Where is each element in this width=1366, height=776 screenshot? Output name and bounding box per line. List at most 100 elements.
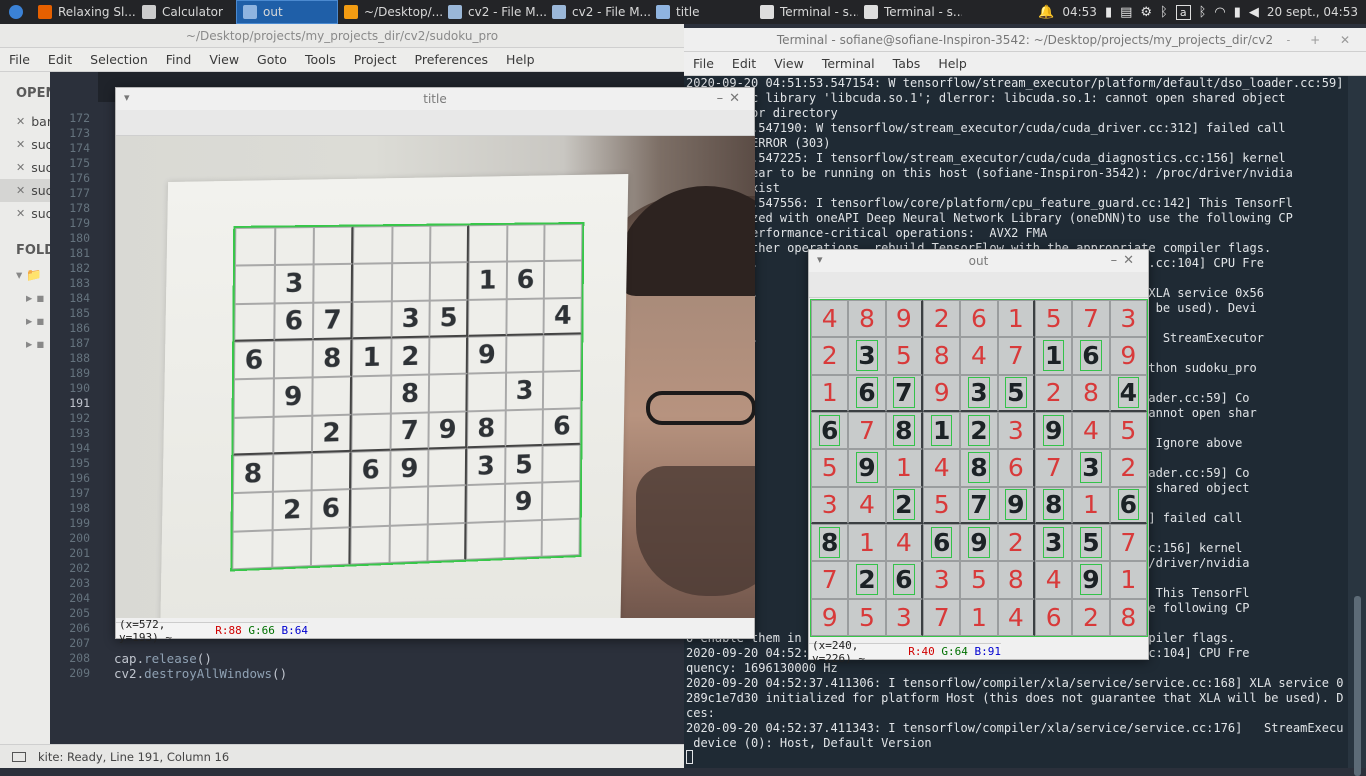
puzzle-cell: 6 [351,451,390,490]
line-number: 172 [52,111,90,125]
editor-sidebar: OPEN ✕bar✕sud✕sud✕sud✕sud FOLD ▾ 📁 ▸ ▪ ▸… [0,72,50,744]
keyboard-layout-icon[interactable]: a [1176,5,1191,20]
cell-digit: 6 [894,565,913,594]
given-digit-cell: 3 [1035,524,1072,561]
title-window-titlebar[interactable]: ▾ title –✕ [116,88,754,110]
taskbar-item[interactable]: Terminal - s... [858,0,962,24]
close-file-icon[interactable]: ✕ [16,138,25,151]
menu-item[interactable]: Tabs [884,56,930,71]
puzzle-cell [272,528,312,567]
solved-digit-cell: 9 [1110,337,1147,374]
close-file-icon[interactable]: ✕ [16,184,25,197]
line-number: 198 [52,501,90,515]
menu-item[interactable]: View [200,52,248,67]
given-digit-cell: 9 [1072,561,1109,598]
notification-bell-icon[interactable]: 🔔 [1038,5,1054,20]
taskbar-item[interactable]: title [650,0,754,24]
menu-item[interactable]: Tools [296,52,345,67]
close-file-icon[interactable]: ✕ [16,115,25,128]
close-file-icon[interactable]: ✕ [16,207,25,220]
puzzle-cell: 3 [391,300,430,338]
puzzle-cell [233,416,273,455]
out-window-titlebar[interactable]: ▾ out –✕ [809,250,1148,272]
menu-item[interactable]: Find [157,52,201,67]
code-line[interactable]: cv2.destroyAllWindows() [114,666,287,681]
clock[interactable]: 04:53 [1062,5,1097,19]
bluetooth-icon[interactable]: ᛒ [1160,5,1168,20]
bluetooth-icon-2[interactable]: ᛒ [1199,5,1207,20]
date-time[interactable]: 20 sept., 04:53 [1267,5,1358,19]
puzzle-cell [468,299,506,337]
solved-digit-cell: 5 [1035,300,1072,337]
scrollbar-thumb[interactable] [1354,596,1361,776]
taskbar-item[interactable]: out [236,0,338,24]
taskbar-item[interactable]: Calculator [136,0,236,24]
terminal-scrollbar[interactable] [1348,76,1366,768]
solved-digit-cell: 7 [1110,524,1147,561]
out-window-title: out [969,254,989,268]
menu-item[interactable]: Edit [39,52,81,67]
solved-digit-cell: 7 [1072,300,1109,337]
window-menu-icon[interactable]: ▾ [817,253,823,266]
puzzle-cell: 3 [274,265,314,303]
window-menu-icon[interactable]: ▾ [124,91,130,104]
volume-icon[interactable]: ◀ [1249,5,1259,20]
folder-tree-item[interactable]: ▸ ▪ [0,286,50,309]
close-file-icon[interactable]: ✕ [16,161,25,174]
taskbar-item[interactable]: Relaxing Sl... [32,0,136,24]
wifi-icon[interactable]: ◠ [1214,5,1225,20]
battery-status-icon[interactable]: ▮ [1234,5,1241,20]
open-file-item[interactable]: ✕ bar [0,110,50,133]
taskbar-item[interactable]: cv2 - File M... [546,0,650,24]
cell-digit: 2 [822,341,838,370]
open-file-item[interactable]: ✕ sud [0,179,50,202]
folder-tree-root[interactable]: ▾ 📁 [0,263,50,286]
menu-item[interactable]: Terminal [813,56,884,71]
cell-digit: 5 [934,490,950,519]
camera-frame[interactable]: 31667354681299832798686935269 [116,136,755,618]
puzzle-cell [314,264,353,302]
title-window-controls[interactable]: –✕ [717,91,746,106]
line-number: 184 [52,291,90,305]
puzzle-cell: 8 [313,339,352,378]
taskbar-item[interactable]: cv2 - File M... [442,0,546,24]
menu-item[interactable]: Goto [248,52,296,67]
puzzle-cell [273,415,313,454]
terminal-window-controls[interactable]: ˗ + ✕ [1286,33,1358,47]
menu-item[interactable]: File [684,56,723,71]
code-line[interactable]: cap.release() [114,651,212,666]
terminal-titlebar[interactable]: Terminal - sofiane@sofiane-Inspiron-3542… [684,28,1366,52]
menu-item[interactable]: File [0,52,39,67]
out-window-controls[interactable]: –✕ [1111,253,1140,268]
editor-titlebar[interactable]: ~/Desktop/projects/my_projects_dir/cv2/s… [0,24,684,48]
menu-item[interactable]: Selection [81,52,157,67]
menu-item[interactable]: Project [345,52,406,67]
clipboard-icon[interactable]: ▤ [1120,5,1132,20]
taskbar-item[interactable]: Terminal - s... [754,0,858,24]
cell-digit: 5 [971,565,987,594]
taskbar-item[interactable]: ~/Desktop/... [338,0,442,24]
menu-item[interactable]: View [765,56,813,71]
open-file-item[interactable]: ✕ sud [0,202,50,225]
menu-item[interactable]: Help [497,52,544,67]
puzzle-cell [232,530,272,569]
settings-gear-icon[interactable]: ⚙ [1140,5,1152,20]
solved-digit-cell: 9 [923,375,960,412]
menu-item[interactable]: Help [929,56,976,71]
solved-digit-cell: 7 [998,337,1035,374]
folder-tree-item[interactable]: ▸ ▪ [0,309,50,332]
console-toggle-icon[interactable] [12,752,26,762]
line-number: 209 [52,666,90,680]
open-file-item[interactable]: ✕ sud [0,133,50,156]
menu-item[interactable]: Edit [723,56,765,71]
sudoku-solution-grid[interactable]: 4892615732358471691679352846781239455914… [810,299,1148,637]
menu-item[interactable]: Preferences [406,52,498,67]
cell-digit: 4 [822,304,838,333]
calculator-icon [142,5,156,19]
battery-icon[interactable]: ▮ [1105,5,1112,20]
open-file-item[interactable]: ✕ sud [0,156,50,179]
menu-launcher-icon[interactable] [0,0,32,24]
line-number: 178 [52,201,90,215]
solved-digit-cell: 3 [886,599,923,636]
folder-tree-item[interactable]: ▸ ▪ [0,332,50,355]
